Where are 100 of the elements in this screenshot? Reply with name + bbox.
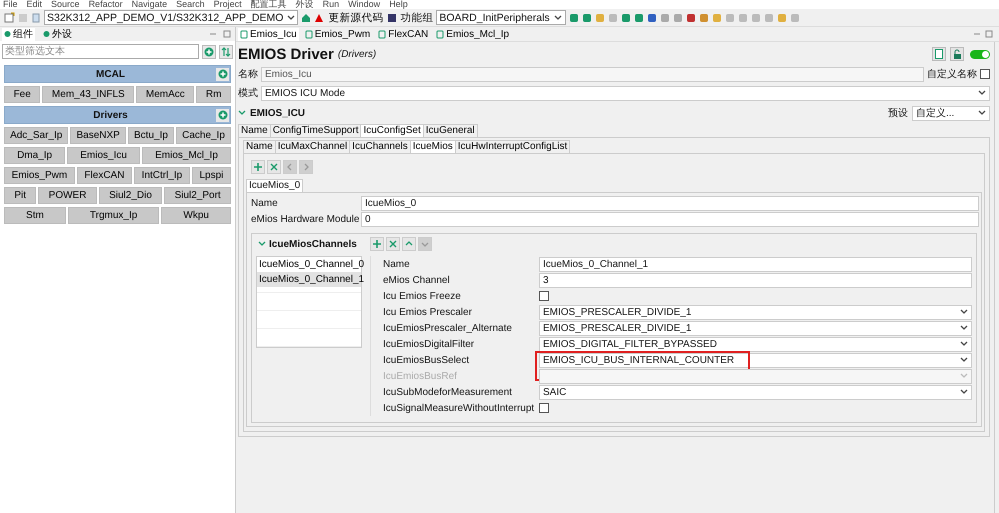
component-button[interactable]: Lpspi [192,167,232,184]
config-tab[interactable]: Name [239,125,271,137]
config-tab[interactable]: ConfigTimeSupport [270,125,362,137]
component-button[interactable]: Emios_Icu [67,147,140,164]
config-tab[interactable]: IcuConfigSet [361,125,424,137]
lock-button[interactable] [950,47,964,61]
section-title: EMIOS_ICU [250,108,306,118]
remove-button[interactable] [267,160,281,174]
add-button[interactable] [202,44,216,58]
dropdown[interactable]: SAIC [539,384,972,400]
menu-item[interactable]: Refactor [88,0,123,9]
enable-toggle[interactable] [970,50,990,58]
component-button[interactable]: BaseNXP [70,127,126,144]
toolbar-tool-icon[interactable] [621,12,632,22]
editor-tab[interactable]: Emios_Icu [238,28,299,40]
menu-item[interactable]: Search [176,0,205,9]
maximize-icon[interactable] [985,30,993,38]
config-tab[interactable]: IcuHwInterruptConfigList [456,141,570,153]
preset-dropdown[interactable]: 自定义... [912,106,990,120]
menu-item[interactable]: Navigate [132,0,168,9]
toolbar-tool-icon[interactable] [582,12,592,22]
project-dropdown[interactable]: S32K312_APP_DEMO_V1/S32K312_APP_DEMO [44,10,298,25]
name-field[interactable]: Emios_Icu [261,66,924,82]
menu-item[interactable]: File [3,0,18,9]
component-button[interactable]: Dma_Ip [4,147,66,164]
component-button[interactable]: Siul2_Port [164,187,232,204]
component-button[interactable]: Trgmux_Ip [68,207,160,224]
component-button[interactable]: Cache_Ip [176,127,231,144]
property-label: IcuEmiosPrescaler_Alternate [383,322,513,334]
text-field[interactable]: IcueMios_0 [361,196,979,211]
menu-item[interactable]: Window [348,0,380,9]
checkbox[interactable] [539,291,549,301]
dropdown[interactable]: EMIOS_PRESCALER_DIVIDE_1 [539,320,972,336]
menu-item[interactable]: Edit [26,0,42,9]
menu-item[interactable]: Help [389,0,408,9]
add-button[interactable] [216,108,229,122]
component-button[interactable]: Emios_Pwm [4,167,75,184]
toolbar-tool-icon[interactable] [569,12,580,22]
menu-item[interactable]: Source [51,0,80,9]
toolbar-tool-icon[interactable] [647,12,658,22]
config-tab[interactable]: IcueMios [410,141,456,153]
menu-item[interactable]: 配置工具 [250,0,287,9]
component-button[interactable]: Emios_Mcl_Ip [142,147,231,164]
toolbar-tool-icon[interactable] [634,12,644,22]
function-group-dropdown[interactable]: BOARD_InitPeripherals [436,10,566,25]
add-button[interactable] [370,237,384,251]
dropdown[interactable]: EMIOS_DIGITAL_FILTER_BYPASSED [539,336,972,352]
text-field[interactable]: 3 [539,272,972,288]
menu-item[interactable]: Run [322,0,340,9]
component-button[interactable]: FlexCAN [76,167,132,184]
component-button[interactable]: Bctu_Ip [128,127,174,144]
component-button[interactable]: Wkpu [161,207,231,224]
component-button[interactable]: POWER [38,187,97,204]
component-button[interactable]: IntCtrl_Ip [134,167,190,184]
config-tab[interactable]: Name [244,141,276,153]
component-button[interactable]: Adc_Sar_Ip [4,127,68,144]
editor-tab[interactable]: Emios_Mcl_Ip [434,28,512,40]
toolbar-tool-icon[interactable] [686,12,696,22]
panel-tab[interactable]: 外设 [41,28,74,40]
document-button[interactable] [932,47,946,61]
checkbox[interactable] [539,403,549,413]
component-button[interactable]: Mem_43_INFLS [42,86,134,103]
dropdown[interactable]: EMIOS_PRESCALER_DIVIDE_1 [539,304,972,320]
editor-tab[interactable]: Emios_Pwm [302,28,372,40]
filter-field[interactable]: 类型筛选文本 [2,44,200,59]
component-button[interactable]: Rm [196,86,232,103]
house-icon[interactable] [301,12,312,22]
instance-tab[interactable]: IcueMios_0 [246,179,304,192]
text-field[interactable]: IcueMios_0_Channel_1 [539,256,972,272]
move-up-button[interactable] [402,237,416,251]
update-source-button[interactable]: 更新源代码 [327,10,384,24]
menu-item[interactable]: 外设 [296,0,314,9]
component-button[interactable]: Fee [4,86,40,103]
new-file-icon[interactable] [4,12,15,23]
config-tab[interactable]: IcuChannels [350,141,411,153]
document-icon[interactable] [31,12,41,22]
add-button[interactable] [251,160,265,174]
panel-tab[interactable]: 组件 [2,28,35,40]
square-icon[interactable] [387,12,398,22]
custom-name-checkbox[interactable] [980,69,990,79]
text-field[interactable]: 0 [361,212,979,227]
chevron-down-icon[interactable] [258,241,266,247]
remove-button[interactable] [386,237,400,251]
maximize-icon[interactable] [223,30,231,38]
toolbar-tool-icon[interactable] [699,12,710,22]
component-button[interactable]: Stm [4,207,66,224]
add-button[interactable] [216,68,229,80]
chevron-down-icon[interactable] [238,110,246,116]
menu-item[interactable]: Project [214,0,242,9]
component-button[interactable]: Siul2_Dio [98,187,162,204]
driver-title: EMIOS Driver [238,46,334,62]
sort-button[interactable] [219,44,233,58]
component-button[interactable]: MemAcc [136,86,194,103]
component-button[interactable]: Pit [4,187,36,204]
config-tab[interactable]: IcuMaxChannel [276,141,350,153]
dropdown[interactable]: EMIOS_ICU_BUS_INTERNAL_COUNTER [539,352,972,368]
warning-icon[interactable] [314,12,324,22]
editor-tab[interactable]: FlexCAN [376,28,430,40]
list-item[interactable]: IcueMios_0_Channel_1 [257,272,361,287]
mode-dropdown[interactable]: EMIOS ICU Mode [261,86,990,100]
